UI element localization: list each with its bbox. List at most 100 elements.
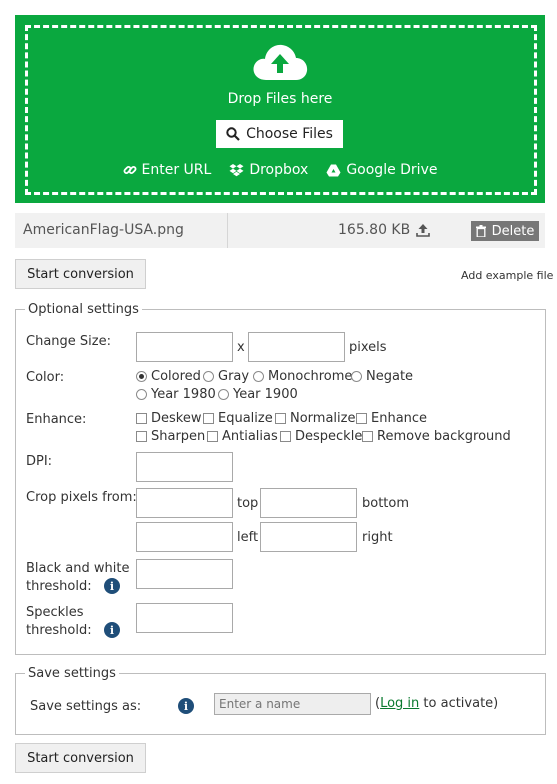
google-drive-label: Google Drive [346,162,438,178]
colored-label: Colored [151,369,201,384]
enhance-sharpen[interactable]: Sharpen [136,429,205,444]
file-size-value: 165.80 KB [338,222,411,238]
delete-label: Delete [491,223,535,239]
year-1900-label: Year 1900 [233,387,298,402]
trash-icon [475,225,486,237]
crop-right-label: right [362,530,393,545]
drop-files-text: Drop Files here [227,91,333,107]
year-1980-label: Year 1980 [151,387,216,402]
size-unit: pixels [349,340,387,355]
despeckle-label: Despeckle [295,429,363,444]
dropbox-icon [229,164,244,177]
radio-negate[interactable] [351,371,362,382]
crop-bottom-label: bottom [362,496,410,511]
upload-sources: Enter URL Dropbox Google Drive [15,162,545,178]
gray-label: Gray [218,369,250,384]
checkbox-enhance[interactable] [356,413,367,424]
antialias-label: Antialias [222,429,278,444]
add-example-file-link[interactable]: Add example file [461,269,553,282]
negate-label: Negate [366,369,414,384]
bw-threshold-label-line2: threshold: [26,579,92,594]
checkbox-despeckle[interactable] [280,431,291,442]
start-conversion-button[interactable]: Start conversion [15,259,146,289]
speckles-threshold-input[interactable] [136,603,233,633]
link-icon [123,166,136,174]
save-settings-legend: Save settings [25,666,119,681]
crop-top-label: top [237,496,259,511]
height-input[interactable] [248,332,345,362]
checkbox-sharpen[interactable] [136,431,147,442]
enhance-label: Enhance: [26,412,87,427]
color-option-year-1900[interactable]: Year 1900 [218,387,298,402]
width-input[interactable] [136,332,233,362]
equalize-label: Equalize [218,411,273,426]
search-icon [226,127,240,141]
deskew-label: Deskew [151,411,202,426]
size-separator: x [237,340,245,355]
radio-colored[interactable] [136,371,147,382]
login-note-rest: to activate) [419,696,499,711]
file-row-divider [227,213,228,248]
crop-left-input[interactable] [136,522,233,552]
color-option-gray[interactable]: Gray [203,369,249,384]
enhance-enhance[interactable]: Enhance [356,411,427,426]
enhance-equalize[interactable]: Equalize [203,411,273,426]
sharpen-label: Sharpen [151,429,206,444]
bw-threshold-label-line1: Black and white [26,561,130,576]
checkbox-remove-background[interactable] [362,431,373,442]
checkbox-equalize[interactable] [203,413,214,424]
checkbox-normalize[interactable] [275,413,286,424]
checkbox-deskew[interactable] [136,413,147,424]
enhance-despeckle[interactable]: Despeckle [280,429,362,444]
color-label: Color: [26,370,65,385]
enter-url-label: Enter URL [141,162,212,178]
file-name: AmericanFlag-USA.png [23,222,184,238]
enhance-remove-background[interactable]: Remove background [362,429,511,444]
color-option-colored[interactable]: Colored [136,369,201,384]
settings-name-input[interactable] [214,693,371,715]
crop-bottom-input[interactable] [260,488,357,518]
crop-right-input[interactable] [260,522,357,552]
enhance-antialias[interactable]: Antialias [207,429,278,444]
color-option-negate[interactable]: Negate [351,369,413,384]
choose-files-label: Choose Files [246,126,333,142]
google-drive-icon [326,164,341,176]
upload-icon [416,224,431,237]
enhance-deskew[interactable]: Deskew [136,411,201,426]
change-size-label: Change Size: [26,334,111,349]
radio-year-1900[interactable] [218,389,229,400]
dropbox-link[interactable]: Dropbox [229,162,308,178]
remove-background-label: Remove background [377,429,511,444]
file-size: 165.80 KB [338,222,431,238]
radio-year-1980[interactable] [136,389,147,400]
login-link[interactable]: Log in [380,696,419,711]
radio-gray[interactable] [203,371,214,382]
dpi-input[interactable] [136,452,233,482]
choose-files-button[interactable]: Choose Files [216,120,343,148]
bw-threshold-input[interactable] [136,559,233,589]
speckles-info-icon[interactable]: i [104,622,120,638]
enhance-option-label: Enhance [371,411,428,426]
normalize-label: Normalize [290,411,356,426]
enhance-normalize[interactable]: Normalize [275,411,355,426]
start-conversion-button-bottom[interactable]: Start conversion [15,743,146,773]
dropbox-label: Dropbox [249,162,309,178]
crop-top-input[interactable] [136,488,233,518]
checkbox-antialias[interactable] [207,431,218,442]
crop-label: Crop pixels from: [26,490,137,505]
delete-file-button[interactable]: Delete [471,221,539,241]
bw-threshold-info-icon[interactable]: i [104,578,120,594]
crop-left-label: left [237,530,259,545]
speckles-label-line1: Speckles [26,605,84,620]
color-option-monochrome[interactable]: Monochrome [253,369,352,384]
radio-monochrome[interactable] [253,371,264,382]
dpi-label: DPI: [26,454,53,469]
enter-url-link[interactable]: Enter URL [123,162,212,178]
optional-settings-legend: Optional settings [25,302,142,317]
save-settings-info-icon[interactable]: i [178,698,194,714]
color-option-year-1980[interactable]: Year 1980 [136,387,216,402]
login-note: (Log in to activate) [375,696,498,711]
cloud-upload-icon [253,44,308,80]
monochrome-label: Monochrome [268,369,353,384]
google-drive-link[interactable]: Google Drive [326,162,437,178]
